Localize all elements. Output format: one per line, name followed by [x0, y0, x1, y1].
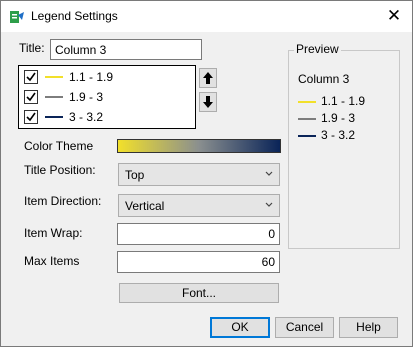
preview-item-label: 1.9 - 3 — [321, 111, 356, 125]
legend-settings-dialog: Legend Settings ✕ Title: Column 3 1.1 - … — [0, 0, 413, 347]
title-bar: Legend Settings ✕ — [1, 1, 412, 32]
chevron-down-icon — [264, 199, 274, 209]
legend-settings-app-icon — [9, 9, 25, 25]
move-down-button[interactable] — [199, 92, 217, 112]
item-label: 1.9 - 3 — [69, 90, 104, 104]
max-items-input[interactable]: 60 — [117, 251, 280, 273]
item-label: 1.1 - 1.9 — [69, 70, 114, 84]
item-direction-select[interactable]: Vertical — [118, 194, 280, 217]
item-direction-label: Item Direction: — [24, 194, 102, 208]
list-item[interactable]: 3 - 3.2 — [19, 107, 195, 127]
item-checkbox[interactable] — [24, 90, 38, 104]
item-color-swatch — [45, 116, 63, 118]
move-up-button[interactable] — [199, 68, 217, 88]
list-item[interactable]: 1.1 - 1.9 — [19, 67, 195, 87]
color-theme-gradient[interactable] — [117, 139, 281, 153]
max-items-label: Max Items — [24, 254, 80, 268]
color-theme-label: Color Theme — [24, 139, 94, 153]
preview-item-label: 1.1 - 1.9 — [321, 94, 366, 108]
item-checkbox[interactable] — [24, 110, 38, 124]
title-input[interactable]: Column 3 — [50, 39, 202, 60]
preview-title: Column 3 — [298, 72, 350, 86]
chevron-down-icon — [264, 168, 274, 178]
help-button[interactable]: Help — [339, 317, 398, 338]
preview-color-line — [298, 100, 316, 103]
item-direction-value: Vertical — [125, 199, 165, 213]
item-color-swatch — [45, 96, 63, 98]
preview-group-label: Preview — [294, 42, 341, 56]
close-icon[interactable]: ✕ — [381, 5, 407, 27]
item-wrap-label: Item Wrap: — [24, 226, 83, 240]
font-button[interactable]: Font... — [119, 283, 279, 303]
list-item[interactable]: 1.9 - 3 — [19, 87, 195, 107]
item-checkbox[interactable] — [24, 70, 38, 84]
preview-item: 1.1 - 1.9 — [298, 94, 365, 108]
title-position-label: Title Position: — [24, 163, 96, 177]
title-position-value: Top — [125, 168, 145, 182]
title-field-label: Title: — [19, 41, 45, 55]
item-color-swatch — [45, 76, 63, 78]
preview-item-label: 3 - 3.2 — [321, 128, 356, 142]
preview-color-line — [298, 117, 316, 120]
cancel-button[interactable]: Cancel — [275, 317, 334, 338]
preview-item: 1.9 - 3 — [298, 111, 355, 125]
ok-button[interactable]: OK — [210, 317, 270, 338]
preview-item: 3 - 3.2 — [298, 128, 355, 142]
item-wrap-input[interactable]: 0 — [117, 223, 280, 245]
title-position-select[interactable]: Top — [118, 163, 280, 186]
window-title: Legend Settings — [31, 9, 118, 23]
item-label: 3 - 3.2 — [69, 110, 104, 124]
preview-color-line — [298, 134, 316, 137]
legend-items-list[interactable]: 1.1 - 1.9 1.9 - 3 3 - 3.2 — [18, 65, 196, 129]
